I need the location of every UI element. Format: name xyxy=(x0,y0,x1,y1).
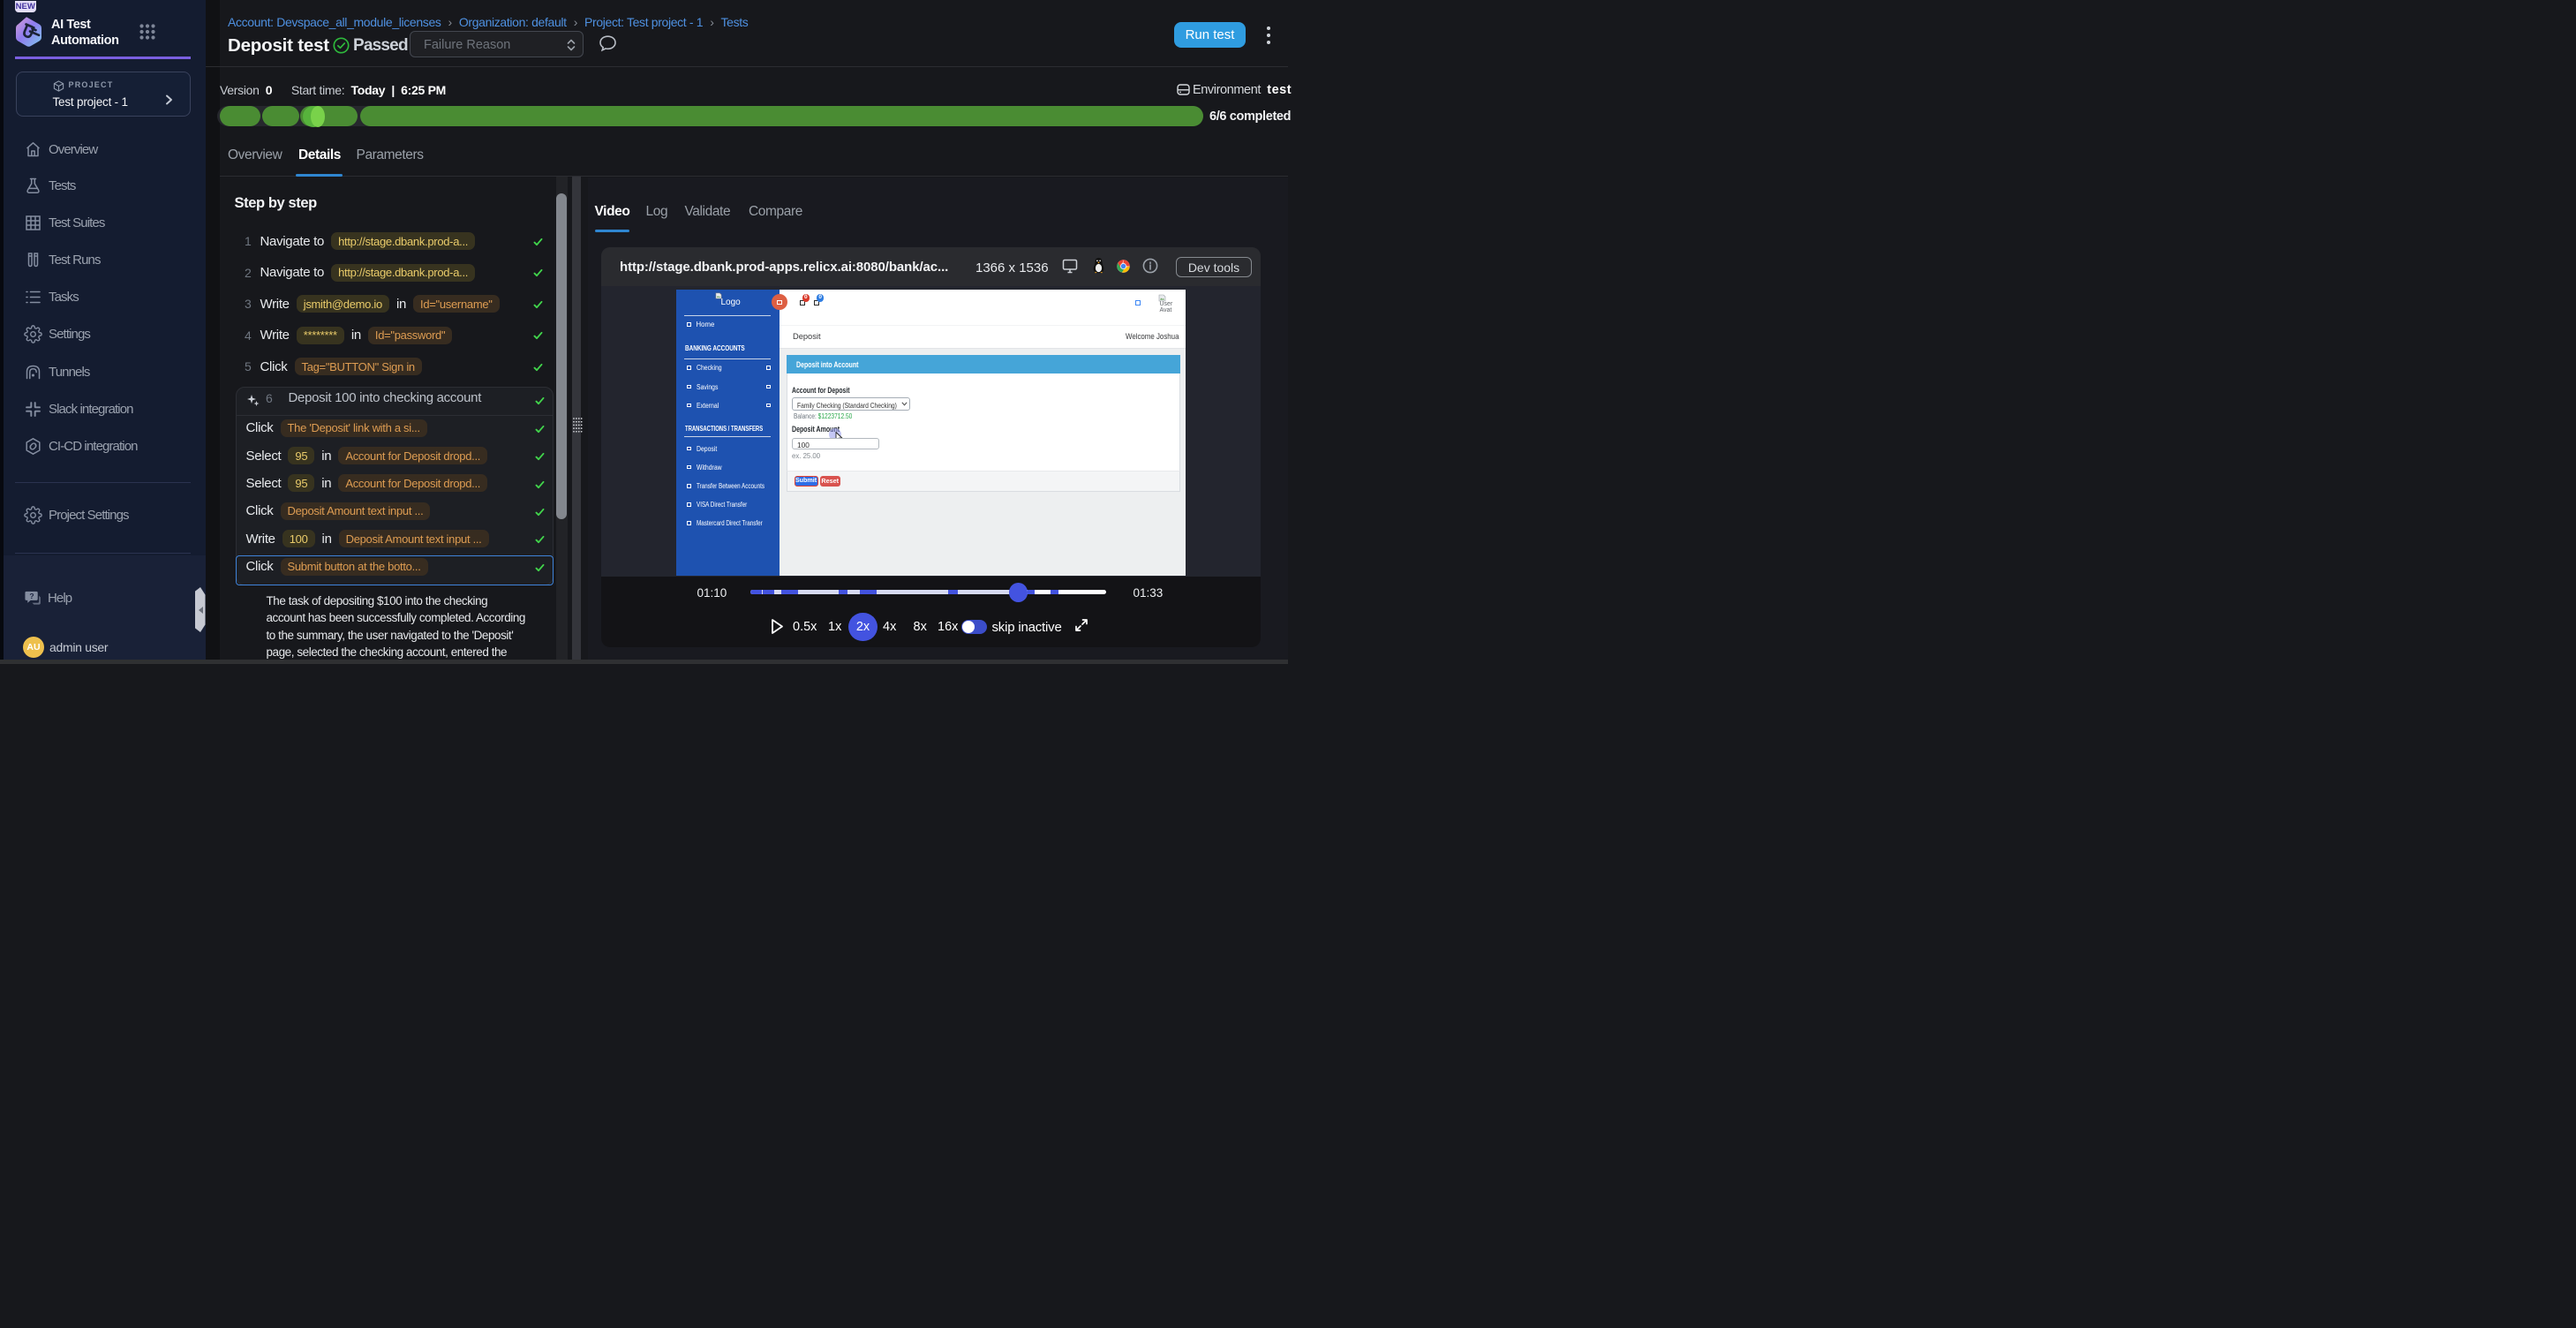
svg-text:?: ? xyxy=(29,592,34,600)
